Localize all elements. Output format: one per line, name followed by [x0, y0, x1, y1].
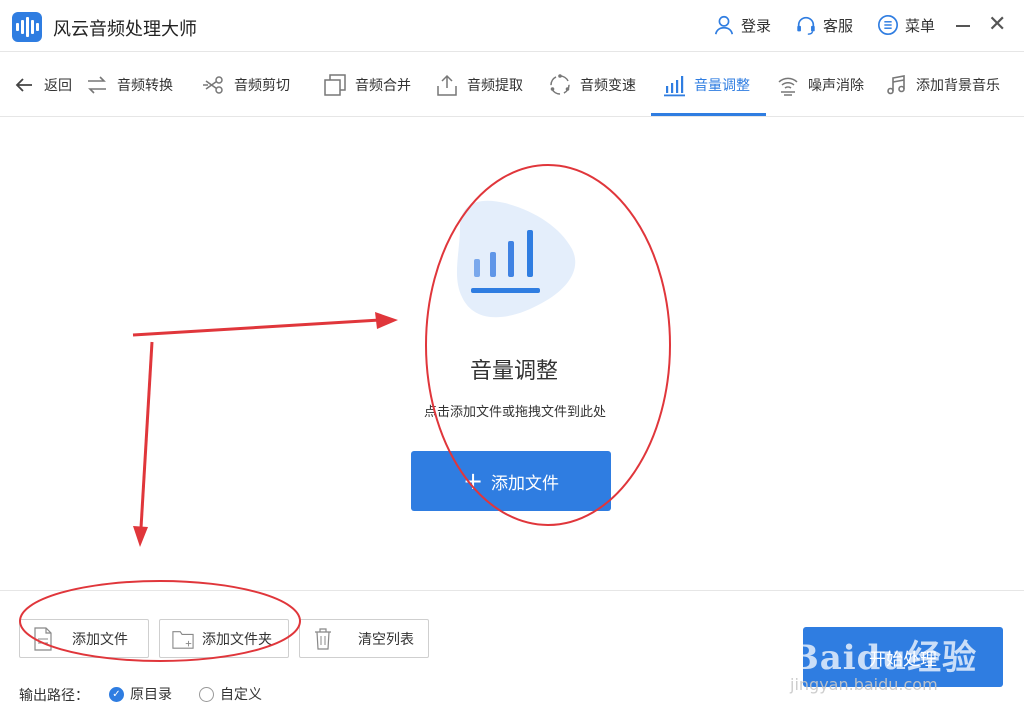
nav-audio-merge[interactable]: 音频合并 — [323, 53, 411, 117]
title-bar: 风云音频处理大师 登录 客服 菜单 ✕ — [0, 0, 1024, 52]
add-file-label: 添加文件 — [72, 631, 128, 648]
app-logo-icon — [12, 12, 42, 42]
nav-label: 音频合并 — [355, 78, 411, 94]
nav-label: 音量调整 — [694, 78, 750, 94]
music-note-icon — [887, 75, 905, 95]
add-file-main-label: 添加文件 — [491, 473, 560, 494]
check-icon: ✓ — [109, 686, 124, 702]
radio-original-directory[interactable]: ✓ 原目录 — [109, 684, 172, 704]
menu-label: 菜单 — [905, 16, 936, 35]
customer-service-button[interactable]: 客服 — [795, 14, 853, 36]
menu-button[interactable]: 菜单 — [877, 14, 935, 36]
minimize-button[interactable] — [956, 25, 970, 27]
nav-audio-extract[interactable]: 音频提取 — [435, 53, 523, 117]
annotation-arrow-down-head — [133, 526, 148, 547]
scissors-icon — [203, 76, 223, 94]
page-title: 音量调整 — [469, 359, 558, 384]
add-file-button[interactable]: 添加文件 — [19, 619, 149, 658]
nav-label: 添加背景音乐 — [916, 78, 1000, 94]
nav-label: 返回 — [44, 78, 72, 94]
nav-add-background-music[interactable]: 添加背景音乐 — [884, 53, 1000, 117]
volume-bars-icon — [664, 76, 685, 97]
volume-blob-icon — [456, 200, 576, 318]
nav-label: 音频变速 — [580, 78, 636, 94]
nav-back[interactable]: 返回 — [12, 53, 72, 117]
active-tab-underline — [651, 113, 766, 116]
nav-noise-removal[interactable]: 噪声消除 — [776, 53, 864, 117]
add-folder-button[interactable]: 添加文件夹 — [159, 619, 289, 658]
nav-audio-cut[interactable]: 音频剪切 — [202, 53, 290, 117]
login-button[interactable]: 登录 — [713, 14, 771, 36]
speed-icon — [550, 74, 570, 95]
nav-label: 噪声消除 — [808, 78, 864, 94]
clear-list-label: 清空列表 — [358, 631, 414, 648]
radio-custom-directory[interactable]: 自定义 — [199, 684, 262, 704]
app-title: 风云音频处理大师 — [53, 19, 197, 40]
annotation-arrow-right-shaft — [132, 318, 381, 337]
drop-hint-text: 点击添加文件或拖拽文件到此处 — [423, 405, 606, 420]
convert-icon — [88, 76, 106, 94]
folder-add-icon — [172, 630, 194, 649]
nav-label: 音频转换 — [117, 78, 173, 94]
feature-nav-bar: 返回 音频转换 音频剪切 音频合并 音频提取 音频变速 音量调整 噪声消除 添加… — [0, 53, 1024, 117]
radio-original-label: 原目录 — [130, 687, 172, 703]
nav-label: 音频剪切 — [234, 78, 290, 94]
back-arrow-icon — [15, 78, 32, 92]
login-label: 登录 — [741, 16, 772, 35]
file-icon — [34, 626, 52, 651]
radio-empty-icon — [199, 686, 214, 702]
clear-list-button[interactable]: 清空列表 — [299, 619, 429, 658]
nav-volume-adjust[interactable]: 音量调整 — [662, 53, 750, 117]
add-folder-label: 添加文件夹 — [202, 631, 272, 648]
user-icon — [714, 15, 734, 35]
add-file-main-button[interactable]: + 添加文件 — [411, 451, 611, 511]
menu-list-icon — [878, 15, 898, 35]
nav-audio-convert[interactable]: 音频转换 — [85, 53, 173, 117]
close-button[interactable]: ✕ — [988, 14, 1006, 36]
merge-icon — [324, 74, 346, 96]
noise-icon — [778, 77, 798, 96]
radio-custom-label: 自定义 — [220, 687, 262, 703]
plus-icon: + — [462, 467, 484, 495]
watermark-logo: Baidu经验 — [790, 638, 978, 678]
extract-icon — [437, 74, 457, 96]
output-path-label: 输出路径： — [19, 688, 89, 704]
nav-label: 音频提取 — [467, 78, 523, 94]
annotation-arrow-right-head — [375, 312, 398, 329]
headset-icon — [797, 16, 815, 35]
watermark-url: jingyan.baidu.com — [790, 675, 938, 694]
nav-audio-speed[interactable]: 音频变速 — [548, 53, 636, 117]
annotation-arrow-down-shaft — [139, 341, 154, 529]
bottom-divider — [0, 590, 1024, 591]
service-label: 客服 — [823, 16, 854, 35]
trash-icon — [315, 627, 331, 650]
